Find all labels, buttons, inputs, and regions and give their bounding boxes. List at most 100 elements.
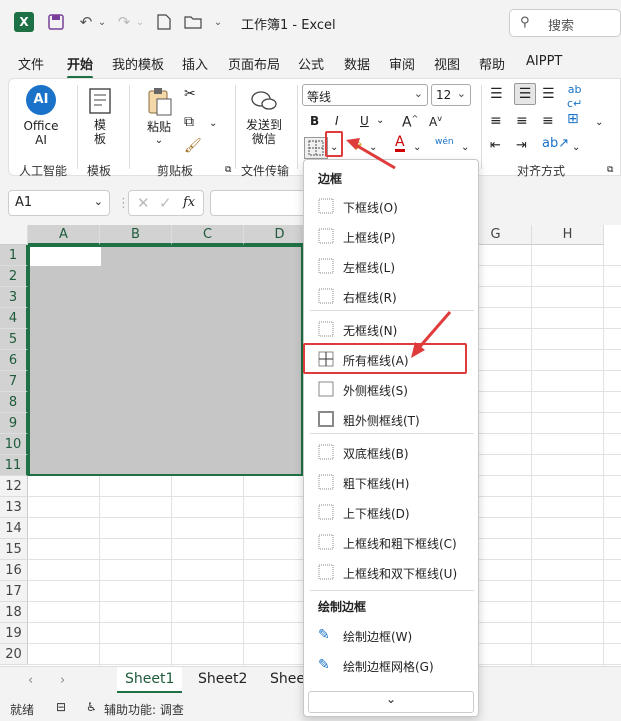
menu-item-draw-border-grid[interactable]: ✎ 绘制边框网格(G) [306, 651, 476, 679]
menu-item-top-thick-bottom-border[interactable]: 上框线和粗下框线(C) [306, 528, 476, 556]
redo-dropdown-icon[interactable]: ⌄ [134, 12, 146, 32]
orientation-icon[interactable]: ab↗ [542, 137, 569, 151]
phonetic-icon[interactable]: wén [435, 135, 454, 149]
row-header-17[interactable]: 17 [0, 581, 28, 602]
menu-item-thick-outside-border[interactable]: 粗外侧框线(T) [306, 405, 476, 433]
wrap-text-icon[interactable]: ab c↵ [567, 83, 582, 111]
align-middle-icon[interactable]: ☰ [514, 83, 536, 105]
column-header-b[interactable]: B [100, 225, 172, 245]
column-header-c[interactable]: C [172, 225, 244, 245]
active-cell[interactable] [30, 247, 101, 266]
align-right-icon[interactable]: ≡ [542, 114, 554, 128]
tab-view[interactable]: 视图 [434, 54, 460, 73]
new-file-icon[interactable] [154, 12, 174, 32]
redo-icon[interactable]: ↷ [114, 12, 134, 32]
menu-item-outside-border[interactable]: 外侧框线(S) [306, 375, 476, 403]
increase-indent-icon[interactable]: ⇥ [516, 139, 527, 153]
column-header-a[interactable]: A [28, 225, 100, 245]
paste-button[interactable]: 粘贴 ⌄ [143, 87, 175, 148]
menu-item-top-double-bottom-border[interactable]: 上框线和双下框线(U) [306, 558, 476, 586]
prev-sheet-icon[interactable]: ‹ [28, 673, 33, 688]
tab-page-layout[interactable]: 页面布局 [228, 54, 280, 73]
phonetic-dropdown-icon[interactable]: ⌄ [461, 141, 469, 155]
underline-dropdown-icon[interactable]: ⌄ [376, 114, 384, 128]
template-button[interactable]: 模板 [83, 87, 117, 146]
orientation-dropdown-icon[interactable]: ⌄ [572, 141, 580, 155]
decrease-indent-icon[interactable]: ⇤ [490, 139, 501, 153]
menu-item-draw-border[interactable]: ✎ 绘制边框(W) [306, 621, 476, 649]
cancel-icon[interactable]: ✕ [137, 194, 150, 212]
column-header-h[interactable]: H [532, 225, 604, 245]
office-ai-button[interactable]: AI Office AI [19, 85, 63, 147]
name-box[interactable]: A1 ⌄ [8, 190, 110, 216]
menu-item-double-bottom-border[interactable]: 双底框线(B) [306, 438, 476, 466]
align-bottom-icon[interactable]: ☰ [542, 87, 555, 101]
align-left-icon[interactable]: ≡ [490, 114, 502, 128]
row-header-19[interactable]: 19 [0, 623, 28, 644]
menu-more-button[interactable]: ⌄ [308, 691, 474, 713]
row-header-5[interactable]: 5 [0, 329, 28, 350]
alignment-launcher-icon[interactable]: ⧉ [607, 163, 613, 177]
tab-my-templates[interactable]: 我的模板 [112, 54, 164, 73]
underline-button[interactable]: U [360, 114, 369, 128]
search-box[interactable]: ⚲ 搜索 [509, 9, 621, 37]
tab-help[interactable]: 帮助 [479, 54, 505, 73]
save-icon[interactable] [46, 12, 66, 32]
copy-dropdown-icon[interactable]: ⌄ [209, 117, 217, 131]
row-header-18[interactable]: 18 [0, 602, 28, 623]
tab-home[interactable]: 开始 [67, 54, 94, 79]
insert-function-icon[interactable]: fx [183, 195, 195, 210]
increase-font-icon[interactable]: A^ [402, 112, 418, 130]
open-folder-icon[interactable] [182, 12, 204, 32]
tab-insert[interactable]: 插入 [182, 54, 208, 73]
clipboard-launcher-icon[interactable]: ⧉ [225, 163, 231, 177]
align-center-icon[interactable]: ≡ [516, 114, 528, 128]
tab-data[interactable]: 数据 [344, 54, 370, 73]
menu-item-bottom-border[interactable]: 下框线(O) [306, 192, 476, 220]
undo-dropdown-icon[interactable]: ⌄ [96, 12, 108, 32]
merge-dropdown-icon[interactable]: ⌄ [595, 116, 603, 130]
sheet-tab-sheet1[interactable]: Sheet1 [117, 667, 183, 693]
formula-input[interactable] [210, 190, 310, 216]
row-header-1[interactable]: 1 [0, 245, 28, 266]
merge-center-icon[interactable]: ⊞ [567, 112, 579, 126]
menu-item-thick-bottom-border[interactable]: 粗下框线(H) [306, 468, 476, 496]
row-header-6[interactable]: 6 [0, 350, 28, 371]
undo-icon[interactable]: ↶ [76, 12, 96, 32]
row-header-8[interactable]: 8 [0, 392, 28, 413]
bold-button[interactable]: B [310, 114, 319, 128]
copy-icon[interactable]: ⧉ [184, 115, 194, 129]
status-accessibility[interactable]: 辅助功能: 调查 [104, 701, 184, 718]
macro-record-icon[interactable]: ⊟ [56, 700, 66, 714]
font-color-dropdown-icon[interactable]: ⌄ [413, 141, 421, 155]
next-sheet-icon[interactable]: › [60, 673, 65, 688]
row-header-20[interactable]: 20 [0, 644, 28, 665]
enter-icon[interactable]: ✓ [159, 194, 172, 212]
sheet-tab-sheet2[interactable]: Sheet2 [190, 667, 255, 693]
decrease-font-icon[interactable]: Av [429, 112, 442, 129]
menu-item-right-border[interactable]: 右框线(R) [306, 282, 476, 310]
menu-item-top-bottom-border[interactable]: 上下框线(D) [306, 498, 476, 526]
selected-range[interactable] [28, 245, 303, 476]
tab-formulas[interactable]: 公式 [298, 54, 324, 73]
align-top-icon[interactable]: ☰ [490, 87, 503, 101]
tab-file[interactable]: 文件 [18, 54, 44, 73]
italic-button[interactable]: I [335, 114, 339, 128]
row-header-14[interactable]: 14 [0, 518, 28, 539]
tab-aippt[interactable]: AIPPT [526, 54, 562, 69]
tab-review[interactable]: 审阅 [389, 54, 415, 73]
font-size-combo[interactable]: 12 ⌄ [431, 84, 471, 106]
paste-dropdown-icon[interactable]: ⌄ [143, 134, 175, 148]
row-header-13[interactable]: 13 [0, 497, 28, 518]
row-header-2[interactable]: 2 [0, 266, 28, 287]
row-header-9[interactable]: 9 [0, 413, 28, 434]
send-wechat-button[interactable]: 发送到微信 [243, 89, 285, 146]
menu-item-top-border[interactable]: 上框线(P) [306, 222, 476, 250]
row-header-12[interactable]: 12 [0, 476, 28, 497]
font-name-combo[interactable]: 等线 ⌄ [302, 84, 428, 106]
cut-icon[interactable]: ✂ [184, 87, 196, 101]
menu-item-left-border[interactable]: 左框线(L) [306, 252, 476, 280]
row-header-11[interactable]: 11 [0, 455, 28, 476]
row-header-15[interactable]: 15 [0, 539, 28, 560]
row-header-10[interactable]: 10 [0, 434, 28, 455]
